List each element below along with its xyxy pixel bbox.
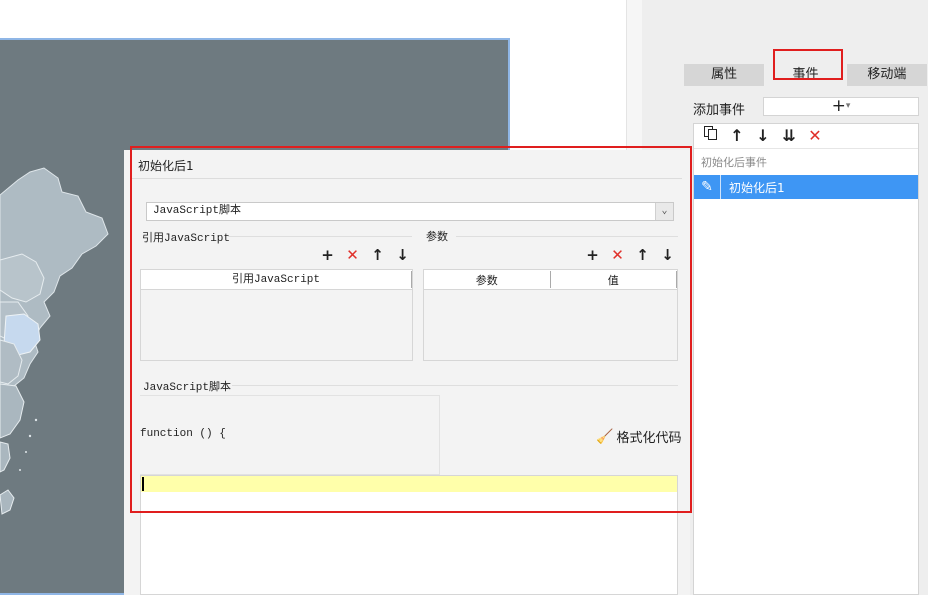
move-to-bottom-icon[interactable]: ⇊ xyxy=(778,125,800,147)
broom-icon: 🧹 xyxy=(596,428,614,445)
add-event-dropdown[interactable]: +▾ xyxy=(763,97,919,116)
event-toolbar: ↑ ↓ ⇊ ✕ xyxy=(694,124,918,149)
table-header: 引用JavaScript xyxy=(141,270,412,290)
plus-icon[interactable]: + xyxy=(583,246,602,264)
ref-js-section-label: 引用JavaScript xyxy=(142,233,231,245)
function-signature: function () { xyxy=(140,428,226,440)
events-tab-highlight-box xyxy=(773,49,843,80)
chevron-down-icon: ▾ xyxy=(845,101,851,111)
params-table[interactable]: 参数 值 xyxy=(423,269,678,361)
event-type-select[interactable]: JavaScript脚本 ⌄ xyxy=(146,202,674,221)
column-header-ref-js[interactable]: 引用JavaScript xyxy=(141,271,412,288)
ref-js-toolbar: + ✕ ↑ ↓ xyxy=(318,246,412,264)
copy-icon[interactable] xyxy=(700,125,722,147)
divider xyxy=(456,236,678,237)
divider xyxy=(132,178,682,179)
event-group-label: 初始化后事件 xyxy=(701,156,767,169)
chevron-down-icon[interactable]: ⌄ xyxy=(655,203,673,220)
divider xyxy=(232,385,678,386)
event-list-box: ↑ ↓ ⇊ ✕ 初始化后事件 ✎ 初始化后1 xyxy=(693,123,919,595)
tab-properties[interactable]: 属性 xyxy=(684,64,766,86)
column-header-value[interactable]: 值 xyxy=(551,271,677,288)
add-event-label: 添加事件 xyxy=(693,103,746,118)
event-item-label: 初始化后1 xyxy=(729,180,785,195)
event-type-value: JavaScript脚本 xyxy=(153,205,242,217)
script-section-label: JavaScript脚本 xyxy=(143,382,232,394)
tab-mobile[interactable]: 移动端 xyxy=(846,64,928,86)
ref-js-table[interactable]: 引用JavaScript xyxy=(140,269,413,361)
format-code-button[interactable]: 🧹 格式化代码 xyxy=(596,427,682,447)
arrow-up-icon[interactable]: ↑ xyxy=(368,246,387,264)
event-editor-dialog: 初始化后1 JavaScript脚本 ⌄ 引用JavaScript + ✕ ↑ … xyxy=(124,150,690,595)
params-toolbar: + ✕ ↑ ↓ xyxy=(583,246,677,264)
arrow-up-icon[interactable]: ↑ xyxy=(633,246,652,264)
event-list-item-selected[interactable]: ✎ 初始化后1 xyxy=(694,175,918,199)
divider xyxy=(228,236,412,237)
format-code-label: 格式化代码 xyxy=(616,431,682,446)
delete-icon[interactable]: ✕ xyxy=(804,125,826,147)
code-editor[interactable] xyxy=(140,475,678,595)
arrow-down-icon[interactable]: ↓ xyxy=(658,246,677,264)
table-header: 参数 值 xyxy=(424,270,677,290)
delete-icon[interactable]: ✕ xyxy=(343,246,362,264)
plus-icon: + xyxy=(831,96,846,116)
dialog-title: 初始化后1 xyxy=(138,159,194,173)
delete-icon[interactable]: ✕ xyxy=(608,246,627,264)
arrow-down-icon[interactable]: ↓ xyxy=(752,125,774,147)
params-section-label: 参数 xyxy=(426,230,448,243)
arrow-up-icon[interactable]: ↑ xyxy=(726,125,748,147)
edit-pencil-icon[interactable]: ✎ xyxy=(694,179,720,195)
text-cursor xyxy=(142,477,144,491)
code-editor-current-line[interactable] xyxy=(141,476,677,492)
divider xyxy=(720,175,721,199)
plus-icon[interactable]: + xyxy=(318,246,337,264)
arrow-down-icon[interactable]: ↓ xyxy=(393,246,412,264)
column-header-param[interactable]: 参数 xyxy=(424,271,551,288)
